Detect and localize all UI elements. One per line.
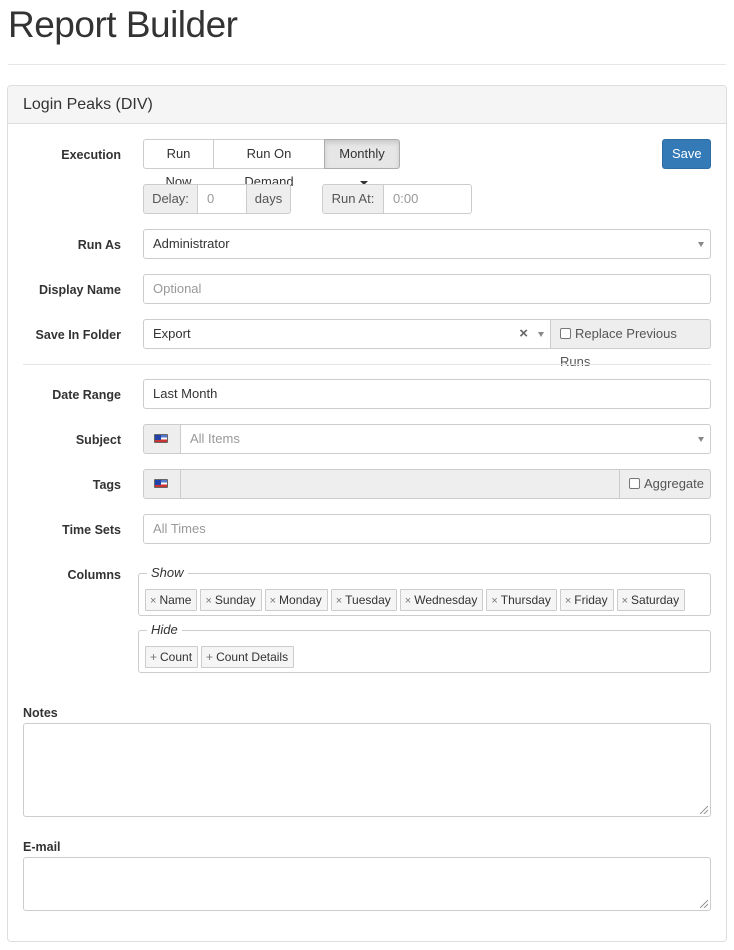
tags-flag-addon [143, 469, 181, 499]
replace-previous-runs-checkbox[interactable] [560, 328, 571, 339]
save-in-folder-select[interactable]: Export × [143, 319, 551, 349]
delay-addon: Delay: [143, 184, 198, 214]
date-range-value: Last Month [153, 386, 218, 401]
save-button[interactable]: Save [662, 139, 711, 169]
select-arrow-icon [698, 437, 704, 442]
remove-icon[interactable]: × [622, 595, 628, 607]
select-arrow-icon [698, 242, 704, 247]
tags-label: Tags [92, 478, 121, 492]
add-icon[interactable]: + [150, 650, 157, 664]
title-divider [8, 64, 726, 65]
section-divider [23, 364, 711, 365]
show-column-chip-label: Saturday [631, 593, 680, 607]
remove-icon[interactable]: × [491, 595, 497, 607]
show-legend: Show [147, 565, 188, 581]
show-column-chip[interactable]: × Monday [264, 589, 328, 611]
page-title: Report Builder [8, 4, 238, 45]
execution-label: Execution [61, 148, 121, 162]
show-columns-fieldset: Show × Name × Sunday × Monday × Tuesday × Wednesd… [138, 565, 711, 616]
time-sets-label: Time Sets [62, 523, 121, 537]
remove-icon[interactable]: × [270, 595, 276, 607]
subject-select[interactable]: All Items [180, 424, 711, 454]
replace-previous-runs-label: Replace Previous Runs [560, 326, 677, 369]
remove-icon[interactable]: × [150, 595, 156, 607]
resize-grip-icon[interactable] [700, 900, 708, 908]
show-column-chip[interactable]: × Wednesday [399, 589, 484, 611]
monthly-label: Monthly [339, 146, 385, 161]
show-column-chip[interactable]: × Saturday [616, 589, 686, 611]
columns-label: Columns [67, 568, 121, 582]
hide-chip-list: + Count + Count Details [145, 646, 295, 668]
display-name-input[interactable]: Optional [143, 274, 711, 304]
show-column-chip-label: Thursday [500, 593, 551, 607]
hide-column-chip[interactable]: + Count [145, 646, 199, 668]
display-name-placeholder: Optional [153, 281, 202, 296]
hide-column-chip-label: Count Details [216, 650, 289, 664]
run-now-button[interactable]: Run Now [143, 139, 214, 189]
report-panel: Login Peaks (DIV) Execution Run Now Run … [7, 85, 727, 942]
show-column-chip-label: Name [159, 593, 192, 607]
hide-column-chip-label: Count [160, 650, 193, 664]
add-icon[interactable]: + [206, 650, 213, 664]
show-column-chip-label: Friday [574, 593, 608, 607]
aggregate-checkbox[interactable] [629, 478, 640, 489]
run-at-addon: Run At: [322, 184, 384, 214]
run-at-input[interactable]: 0:00 [383, 184, 472, 214]
run-at-placeholder: 0:00 [393, 191, 419, 206]
show-column-chip[interactable]: × Thursday [486, 589, 557, 611]
email-label: E-mail [23, 840, 61, 854]
run-as-value: Administrator [153, 236, 230, 251]
show-column-chip-label: Wednesday [414, 593, 478, 607]
subject-flag-addon [143, 424, 181, 454]
flag-icon [154, 479, 168, 488]
show-chip-list: × Name × Sunday × Monday × Tuesday × Wednesday × Th… [145, 589, 686, 611]
monthly-dropdown-button[interactable]: Monthly [324, 139, 400, 185]
delay-unit-addon: days [246, 184, 291, 214]
tags-input [180, 469, 620, 499]
remove-icon[interactable]: × [405, 595, 411, 607]
run-on-demand-button[interactable]: Run On Demand [213, 139, 325, 189]
save-in-folder-label: Save In Folder [35, 328, 121, 342]
hide-columns-fieldset: Hide + Count + Count Details [138, 622, 711, 673]
subject-label: Subject [75, 433, 121, 447]
time-sets-placeholder: All Times [153, 521, 206, 536]
show-column-chip-label: Sunday [214, 593, 256, 607]
show-column-chip-label: Monday [279, 593, 322, 607]
show-column-chip-label: Tuesday [345, 593, 391, 607]
aggregate-label: Aggregate [644, 476, 704, 491]
date-range-input[interactable]: Last Month [143, 379, 711, 409]
display-name-label: Display Name [39, 283, 121, 297]
clear-icon[interactable]: × [519, 320, 528, 348]
notes-label: Notes [23, 706, 58, 720]
panel-heading: Login Peaks (DIV) [8, 86, 726, 124]
flag-icon [154, 434, 168, 443]
show-column-chip[interactable]: × Friday [559, 589, 614, 611]
aggregate-addon[interactable]: Aggregate [619, 469, 711, 499]
date-range-label: Date Range [52, 388, 121, 402]
delay-value: 0 [207, 191, 215, 206]
remove-icon[interactable]: × [336, 595, 342, 607]
hide-column-chip[interactable]: + Count Details [201, 646, 295, 668]
save-in-folder-value: Export [153, 326, 191, 341]
remove-icon[interactable]: × [565, 595, 571, 607]
remove-icon[interactable]: × [205, 595, 211, 607]
subject-placeholder: All Items [190, 431, 240, 446]
notes-textarea[interactable] [23, 723, 711, 817]
replace-previous-runs-addon[interactable]: Replace Previous Runs [550, 319, 711, 369]
show-column-chip[interactable]: × Name [145, 589, 198, 611]
select-arrow-icon [538, 332, 544, 337]
run-as-label: Run As [77, 238, 121, 252]
hide-legend: Hide [147, 622, 182, 638]
resize-grip-icon[interactable] [700, 806, 708, 814]
time-sets-input[interactable]: All Times [143, 514, 711, 544]
email-textarea[interactable] [23, 857, 711, 911]
run-as-select[interactable]: Administrator [143, 229, 711, 259]
show-column-chip[interactable]: × Sunday [200, 589, 262, 611]
delay-input[interactable]: 0 [197, 184, 247, 214]
show-column-chip[interactable]: × Tuesday [330, 589, 397, 611]
